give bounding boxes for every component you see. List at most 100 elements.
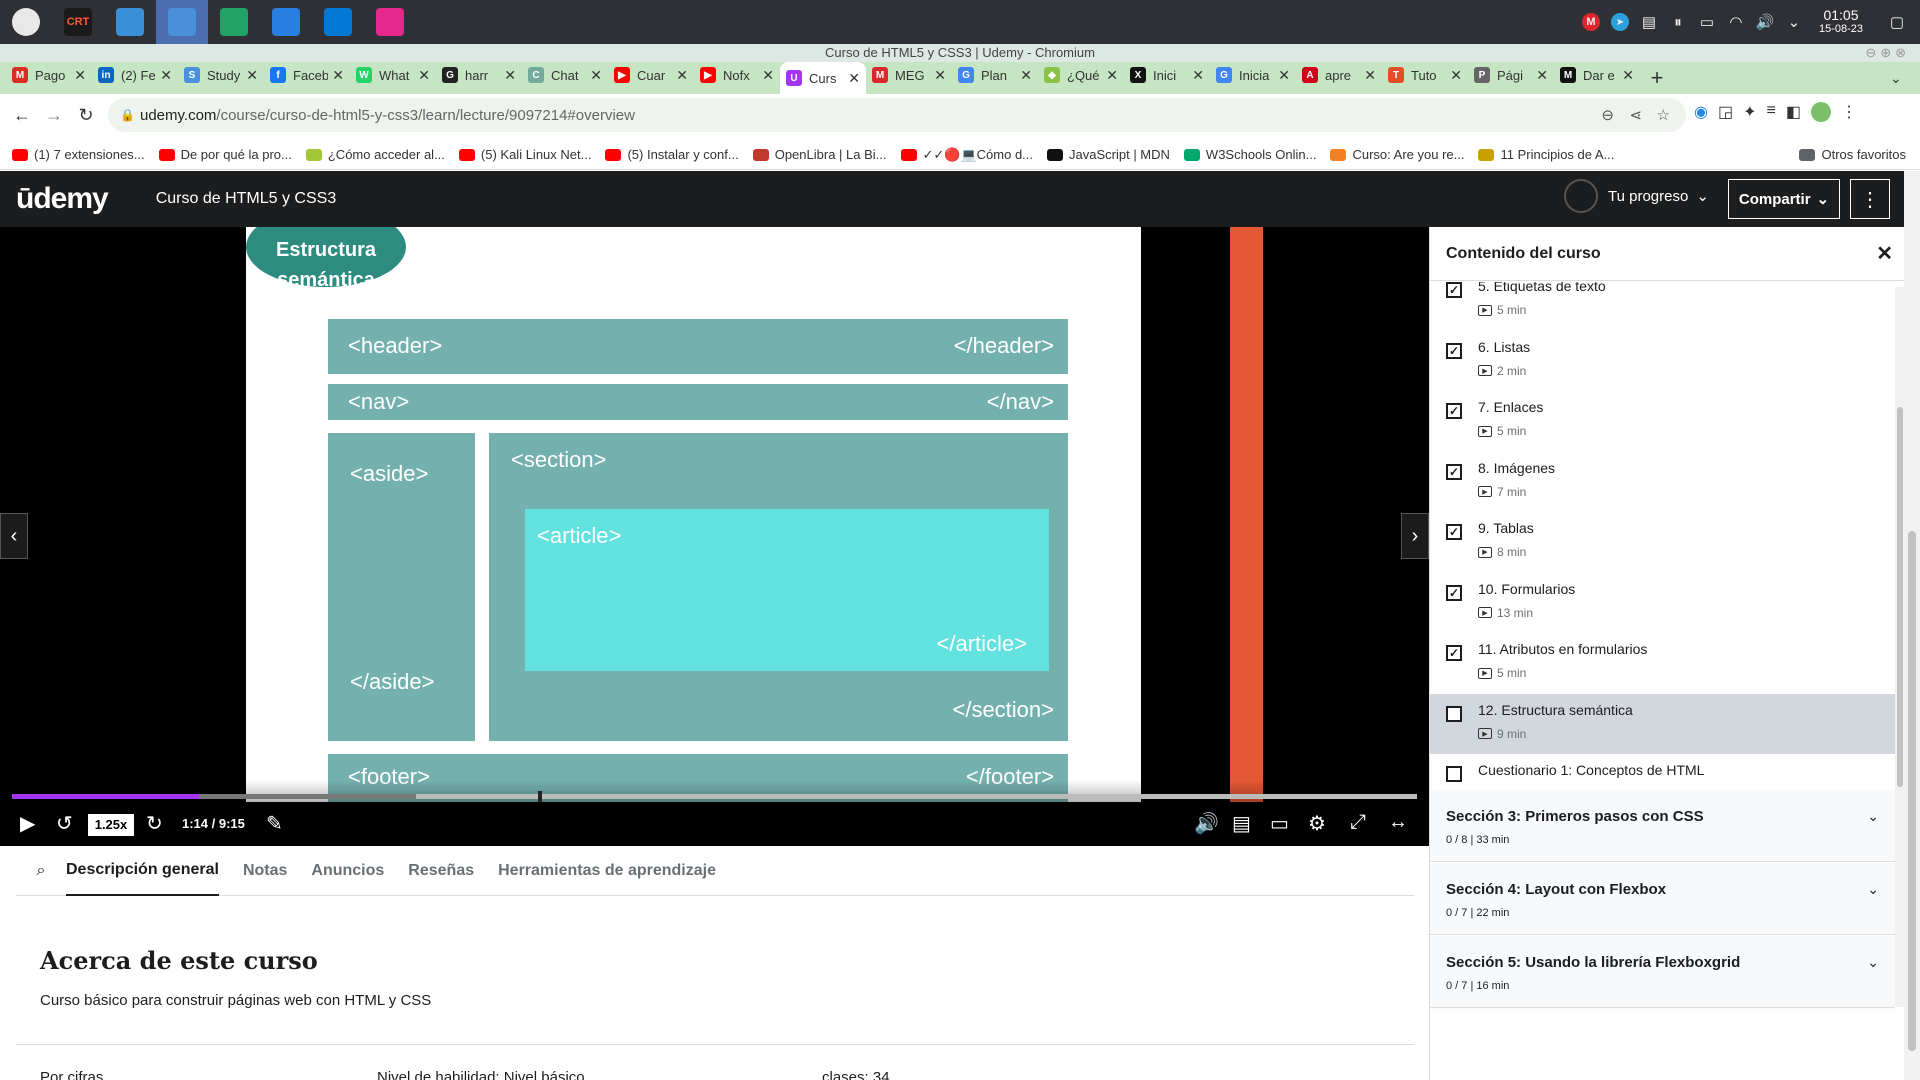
rss-icon[interactable]: ◲ [1718, 102, 1733, 122]
close-tab-icon[interactable]: ✕ [1364, 67, 1376, 84]
volume-tray-icon[interactable]: 🔊 [1754, 11, 1776, 33]
lecture-item[interactable]: 12. Estructura semántica ▶ 9 min [1430, 693, 1895, 754]
lecture-item[interactable]: ✓ 7. Enlaces ▶ 5 min [1430, 391, 1895, 451]
section-accordion[interactable]: Sección 4: Layout con Flexbox 0 / 7 | 22 … [1430, 863, 1895, 935]
taskbar-app[interactable] [312, 0, 364, 44]
close-tab-icon[interactable]: ✕ [246, 67, 258, 84]
browser-tab[interactable]: G Plan ✕ [952, 62, 1038, 88]
browser-tab[interactable]: ◆ ¿Qué ✕ [1038, 62, 1124, 88]
lecture-checkbox[interactable]: ✓ [1446, 342, 1462, 359]
share-icon[interactable]: ⋖ [1629, 106, 1642, 124]
close-tab-icon[interactable]: ✕ [1192, 67, 1204, 84]
bookmark-item[interactable]: (5) Instalar y conf... [605, 147, 739, 163]
tab-reviews[interactable]: Reseñas [408, 846, 474, 896]
extensions-puzzle-icon[interactable]: ✦ [1743, 102, 1756, 122]
pause-tray-icon[interactable]: ⏸ [1667, 11, 1689, 33]
tab-announcements[interactable]: Anuncios [311, 846, 384, 896]
taskbar-app[interactable]: CRT [52, 0, 104, 44]
browser-tab[interactable]: C Chat ✕ [522, 62, 608, 88]
browser-tab[interactable]: P Pági ✕ [1468, 62, 1554, 88]
lecture-item[interactable]: ✓ 11. Atributos en formularios ▶ 5 min [1430, 633, 1895, 693]
close-tab-icon[interactable]: ✕ [1106, 67, 1118, 84]
add-note-icon[interactable]: ✎ [266, 811, 283, 836]
close-tab-icon[interactable]: ✕ [934, 67, 946, 84]
captions-icon[interactable]: ▭ [1270, 811, 1289, 836]
lecture-item[interactable]: ✓ 8. Imágenes ▶ 7 min [1430, 452, 1895, 512]
profile-avatar-icon[interactable] [1810, 102, 1831, 122]
taskbar-app[interactable] [208, 0, 260, 44]
forward-5s-icon[interactable]: ↻ [146, 811, 163, 836]
browser-tab[interactable]: W What ✕ [350, 62, 436, 88]
taskbar-app[interactable] [104, 0, 156, 44]
tab-overview[interactable]: Descripción general [66, 846, 219, 896]
section-accordion[interactable]: Sección 5: Usando la librería Flexboxgri… [1430, 936, 1895, 1008]
page-scrollbar[interactable] [1904, 171, 1920, 1080]
close-tab-icon[interactable]: ✕ [1020, 67, 1032, 84]
bookmark-item[interactable]: Curso: Are you re... [1330, 147, 1464, 163]
close-tab-icon[interactable]: ✕ [74, 67, 86, 84]
display-tray-icon[interactable]: ▭ [1696, 11, 1718, 33]
fullscreen-icon[interactable]: ⤢ [1350, 811, 1366, 834]
sidebar-scrollbar-thumb[interactable] [1897, 407, 1903, 787]
close-tab-icon[interactable]: ✕ [590, 67, 602, 84]
close-icon[interactable]: ✕ [1876, 241, 1893, 266]
lecture-checkbox[interactable]: ✓ [1446, 645, 1462, 661]
course-title[interactable]: Curso de HTML5 y CSS3 [156, 190, 337, 208]
chevron-down-icon[interactable]: ⌄ [1783, 11, 1805, 33]
tab-learning-tools[interactable]: Herramientas de aprendizaje [498, 846, 716, 896]
window-controls[interactable]: ⊖⊕⊗ [1865, 44, 1910, 62]
taskbar-app[interactable] [156, 0, 208, 44]
browser-tab[interactable]: ▶ Cuar ✕ [608, 62, 694, 88]
close-tab-icon[interactable]: ✕ [160, 67, 172, 84]
lecture-item[interactable]: ✓ 6. Listas ▶ 2 min [1430, 331, 1895, 391]
lecture-checkbox[interactable]: ✓ [1446, 524, 1462, 540]
expand-width-icon[interactable]: ↔ [1388, 811, 1408, 834]
side-panel-icon[interactable]: ◧ [1786, 102, 1801, 122]
progress-bar[interactable] [12, 791, 1417, 802]
rewind-5s-icon[interactable]: ↺ [56, 811, 73, 836]
lecture-checkbox[interactable]: ✓ [1446, 282, 1462, 298]
udemy-logo[interactable]: ūdemy [16, 182, 109, 216]
taskbar-app[interactable] [0, 0, 52, 44]
browser-tab[interactable]: S Study ✕ [178, 62, 264, 88]
page-scrollbar-thumb[interactable] [1908, 531, 1916, 1051]
forward-button[interactable]: → [38, 105, 70, 126]
transcript-icon[interactable]: ▤ [1232, 811, 1251, 836]
extension-1-icon[interactable]: ◉ [1694, 102, 1708, 122]
browser-tab[interactable]: Gharr ✕ [436, 62, 522, 88]
wifi-tray-icon[interactable]: ◠ [1725, 11, 1747, 33]
close-tab-icon[interactable]: ✕ [1536, 67, 1548, 84]
bookmark-item[interactable]: OpenLibra | La Bi... [752, 147, 887, 163]
browser-tab[interactable]: M Pago ✕ [6, 62, 92, 88]
address-bar[interactable]: 🔒 udemy.com/course/curso-de-html5-y-css3… [108, 98, 1686, 132]
browser-tab[interactable]: U Curs ✕ [780, 62, 866, 94]
bookmark-item[interactable]: JavaScript | MDN [1047, 147, 1170, 163]
telegram-tray-icon[interactable]: ➤ [1609, 11, 1631, 33]
tab-search-icon[interactable]: ⌄ [1890, 70, 1920, 87]
previous-lecture-button[interactable]: ‹ [0, 513, 28, 559]
close-tab-icon[interactable]: ✕ [1622, 67, 1634, 84]
lecture-item[interactable]: ✓ 5. Etiquetas de texto ▶ 5 min [1430, 282, 1895, 330]
lecture-item[interactable]: ✓ 10. Formularios ▶ 13 min [1430, 573, 1895, 633]
share-button[interactable]: Compartir ⌄ [1728, 179, 1840, 219]
lecture-item[interactable]: ✓ 9. Tablas ▶ 8 min [1430, 512, 1895, 572]
video-player[interactable]: Estructura semántica <header> </header> … [0, 227, 1429, 846]
taskbar-app[interactable] [364, 0, 416, 44]
close-tab-icon[interactable]: ✕ [1450, 67, 1462, 84]
section-accordion[interactable]: Sección 3: Primeros pasos con CSS 0 / 8 |… [1430, 790, 1895, 862]
browser-menu-icon[interactable]: ⋮ [1841, 102, 1857, 122]
browser-tab[interactable]: Aapre ✕ [1296, 62, 1382, 88]
playback-speed-button[interactable]: 1.25x [88, 814, 134, 836]
bookmark-item[interactable]: W3Schools Onlin... [1183, 147, 1316, 163]
other-bookmarks-folder[interactable]: Otros favoritos [1799, 147, 1906, 162]
bookmark-item[interactable]: ✓✓🔴💻Cómo d... [900, 147, 1033, 163]
browser-tab[interactable]: ▶ Nofx ✕ [694, 62, 780, 88]
bookmark-item[interactable]: (1) 7 extensiones... [12, 147, 145, 163]
more-options-button[interactable]: ⋮ [1850, 179, 1890, 219]
lecture-checkbox[interactable]: ✓ [1446, 463, 1462, 480]
close-tab-icon[interactable]: ✕ [504, 67, 516, 84]
back-button[interactable]: ← [6, 105, 38, 126]
close-tab-icon[interactable]: ✕ [332, 67, 344, 84]
quiz-item[interactable]: Cuestionario 1: Conceptos de HTML [1430, 754, 1895, 790]
bookmark-item[interactable]: 11 Principios de A... [1478, 147, 1614, 163]
